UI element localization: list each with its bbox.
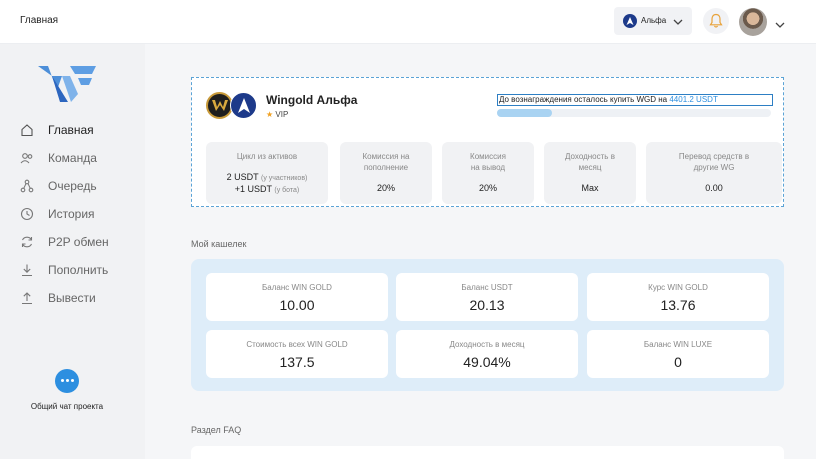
- sidebar-item-label: Главная: [48, 123, 94, 137]
- wallet-card-value: 49.04%: [463, 354, 511, 370]
- stat-title: Комиссия на вывод: [470, 152, 506, 172]
- wallet-card-value: 0: [674, 354, 682, 370]
- stat-value: Max: [581, 183, 599, 193]
- stat-value: 20%: [478, 183, 497, 193]
- sidebar-item-queue[interactable]: Очередь: [20, 177, 140, 195]
- star-icon: ★: [266, 110, 274, 119]
- deposit-icon: [22, 264, 32, 277]
- stat-withdraw-fee: Комиссия на вывод 20%: [442, 142, 534, 204]
- sidebar-item-label: P2P обмен: [48, 235, 109, 249]
- wallet-panel: Баланс WIN GOLD 10.00 Баланс USDT 20.13 …: [191, 259, 784, 391]
- wallet-card-title: Баланс WIN GOLD: [262, 283, 332, 292]
- account-selector[interactable]: Альфа: [614, 7, 692, 35]
- stat-value: 2 USDT (у участников) +1 USDT (у бота): [206, 172, 328, 196]
- history-icon: [20, 207, 34, 221]
- sidebar-item-history[interactable]: История: [20, 205, 140, 223]
- reward-progress-text: До вознаграждения осталось купить WGD на…: [497, 94, 773, 106]
- sidebar-item-p2p[interactable]: P2P обмен: [20, 233, 140, 251]
- stat-monthly-yield: Доходность в месяц Max: [544, 142, 636, 204]
- chevron-down-icon: [672, 15, 684, 33]
- wingold-coin-icon: [206, 92, 233, 119]
- wallet-card-value: 13.76: [660, 297, 696, 313]
- sidebar-item-team[interactable]: Команда: [20, 149, 140, 167]
- stat-deposit-fee: Комиссия на пополнение 20%: [340, 142, 432, 204]
- home-icon: [21, 124, 33, 137]
- sidebar-item-withdraw[interactable]: Вывести: [20, 289, 140, 307]
- wallet-card-value: 137.5: [279, 354, 315, 370]
- sidebar-item-label: Очередь: [48, 179, 97, 193]
- reward-progress-label: До вознаграждения осталось купить WGD на: [499, 95, 668, 104]
- wallet-card-value: 10.00: [279, 297, 315, 313]
- token-name: Wingold Альфа: [266, 93, 358, 107]
- team-icon: [20, 153, 33, 164]
- stat-line: +1 USDT: [234, 184, 272, 194]
- project-chat-label: Общий чат проекта: [30, 402, 104, 411]
- wallet-card-title: Курс WIN GOLD: [648, 283, 708, 292]
- bell-icon: [709, 13, 723, 28]
- wallet-card: Стоимость всех WIN GOLD 137.5: [206, 330, 388, 378]
- stat-title: Комиссия на пополнение: [362, 152, 410, 172]
- page-title: Главная: [20, 15, 59, 26]
- account-name: Альфа: [641, 16, 667, 25]
- sidebar-item-deposit[interactable]: Пополнить: [20, 261, 140, 279]
- reward-progress-bar: [497, 109, 771, 117]
- faq-panel: [191, 446, 784, 459]
- stat-transfer: Перевод средств в другие WG 0.00: [646, 142, 782, 204]
- stat-note: (у бота): [274, 187, 300, 194]
- stat-line: 2 USDT: [226, 172, 259, 182]
- wallet-card-title: Доходность в месяц: [449, 340, 525, 349]
- vip-badge: ★ VIP: [266, 110, 288, 119]
- stat-title: Цикл из активов: [236, 152, 298, 161]
- wallet-card-title: Баланс WIN LUXE: [643, 340, 713, 349]
- stat-note: (у участников): [260, 175, 308, 182]
- top-bar: Главная Альфа: [0, 0, 816, 44]
- stat-value: 0.00: [705, 183, 723, 193]
- withdraw-icon: [22, 292, 32, 305]
- sidebar: Главная Команда Очередь История P2P обме…: [0, 44, 145, 459]
- vip-label: VIP: [275, 110, 289, 119]
- queue-icon: [20, 179, 34, 193]
- stat-title: Доходность в месяц: [565, 152, 615, 172]
- reward-progress-amount: 4401.2 USDT: [669, 95, 718, 104]
- wallet-card: Баланс WIN LUXE 0: [587, 330, 769, 378]
- sidebar-item-label: Команда: [48, 151, 97, 165]
- stat-value: 20%: [376, 183, 395, 193]
- wallet-card: Баланс USDT 20.13: [396, 273, 578, 321]
- project-chat-button[interactable]: Общий чат проекта: [30, 369, 104, 412]
- stat-title: Перевод средств в другие WG: [678, 152, 750, 172]
- wallet-title: Мой кашелек: [191, 239, 247, 249]
- account-logo-icon: [623, 14, 637, 28]
- wallet-card-value: 20.13: [469, 297, 505, 313]
- wallet-card: Баланс WIN GOLD 10.00: [206, 273, 388, 321]
- chat-bubble-icon: [55, 369, 79, 393]
- notifications-button[interactable]: [703, 8, 729, 34]
- wallet-card-title: Стоимость всех WIN GOLD: [246, 340, 348, 349]
- sidebar-item-home[interactable]: Главная: [20, 121, 140, 139]
- wallet-card-title: Баланс USDT: [461, 283, 513, 292]
- chevron-down-icon[interactable]: [775, 17, 785, 35]
- stat-asset-cycle: Цикл из активов 2 USDT (у участников) +1…: [206, 142, 328, 204]
- token-card: Wingold Альфа ★ VIP До вознаграждения ос…: [191, 77, 784, 207]
- exchange-icon: [21, 236, 33, 248]
- sidebar-item-label: Вывести: [48, 291, 96, 305]
- reward-progress-fill: [497, 109, 552, 117]
- sidebar-item-label: История: [48, 207, 95, 221]
- avatar[interactable]: [739, 8, 767, 36]
- wingold-logo-icon: [38, 66, 96, 107]
- alpha-coin-icon: [230, 92, 257, 119]
- sidebar-item-label: Пополнить: [48, 263, 109, 277]
- faq-title: Раздел FAQ: [191, 425, 242, 435]
- wallet-card: Курс WIN GOLD 13.76: [587, 273, 769, 321]
- wallet-card: Доходность в месяц 49.04%: [396, 330, 578, 378]
